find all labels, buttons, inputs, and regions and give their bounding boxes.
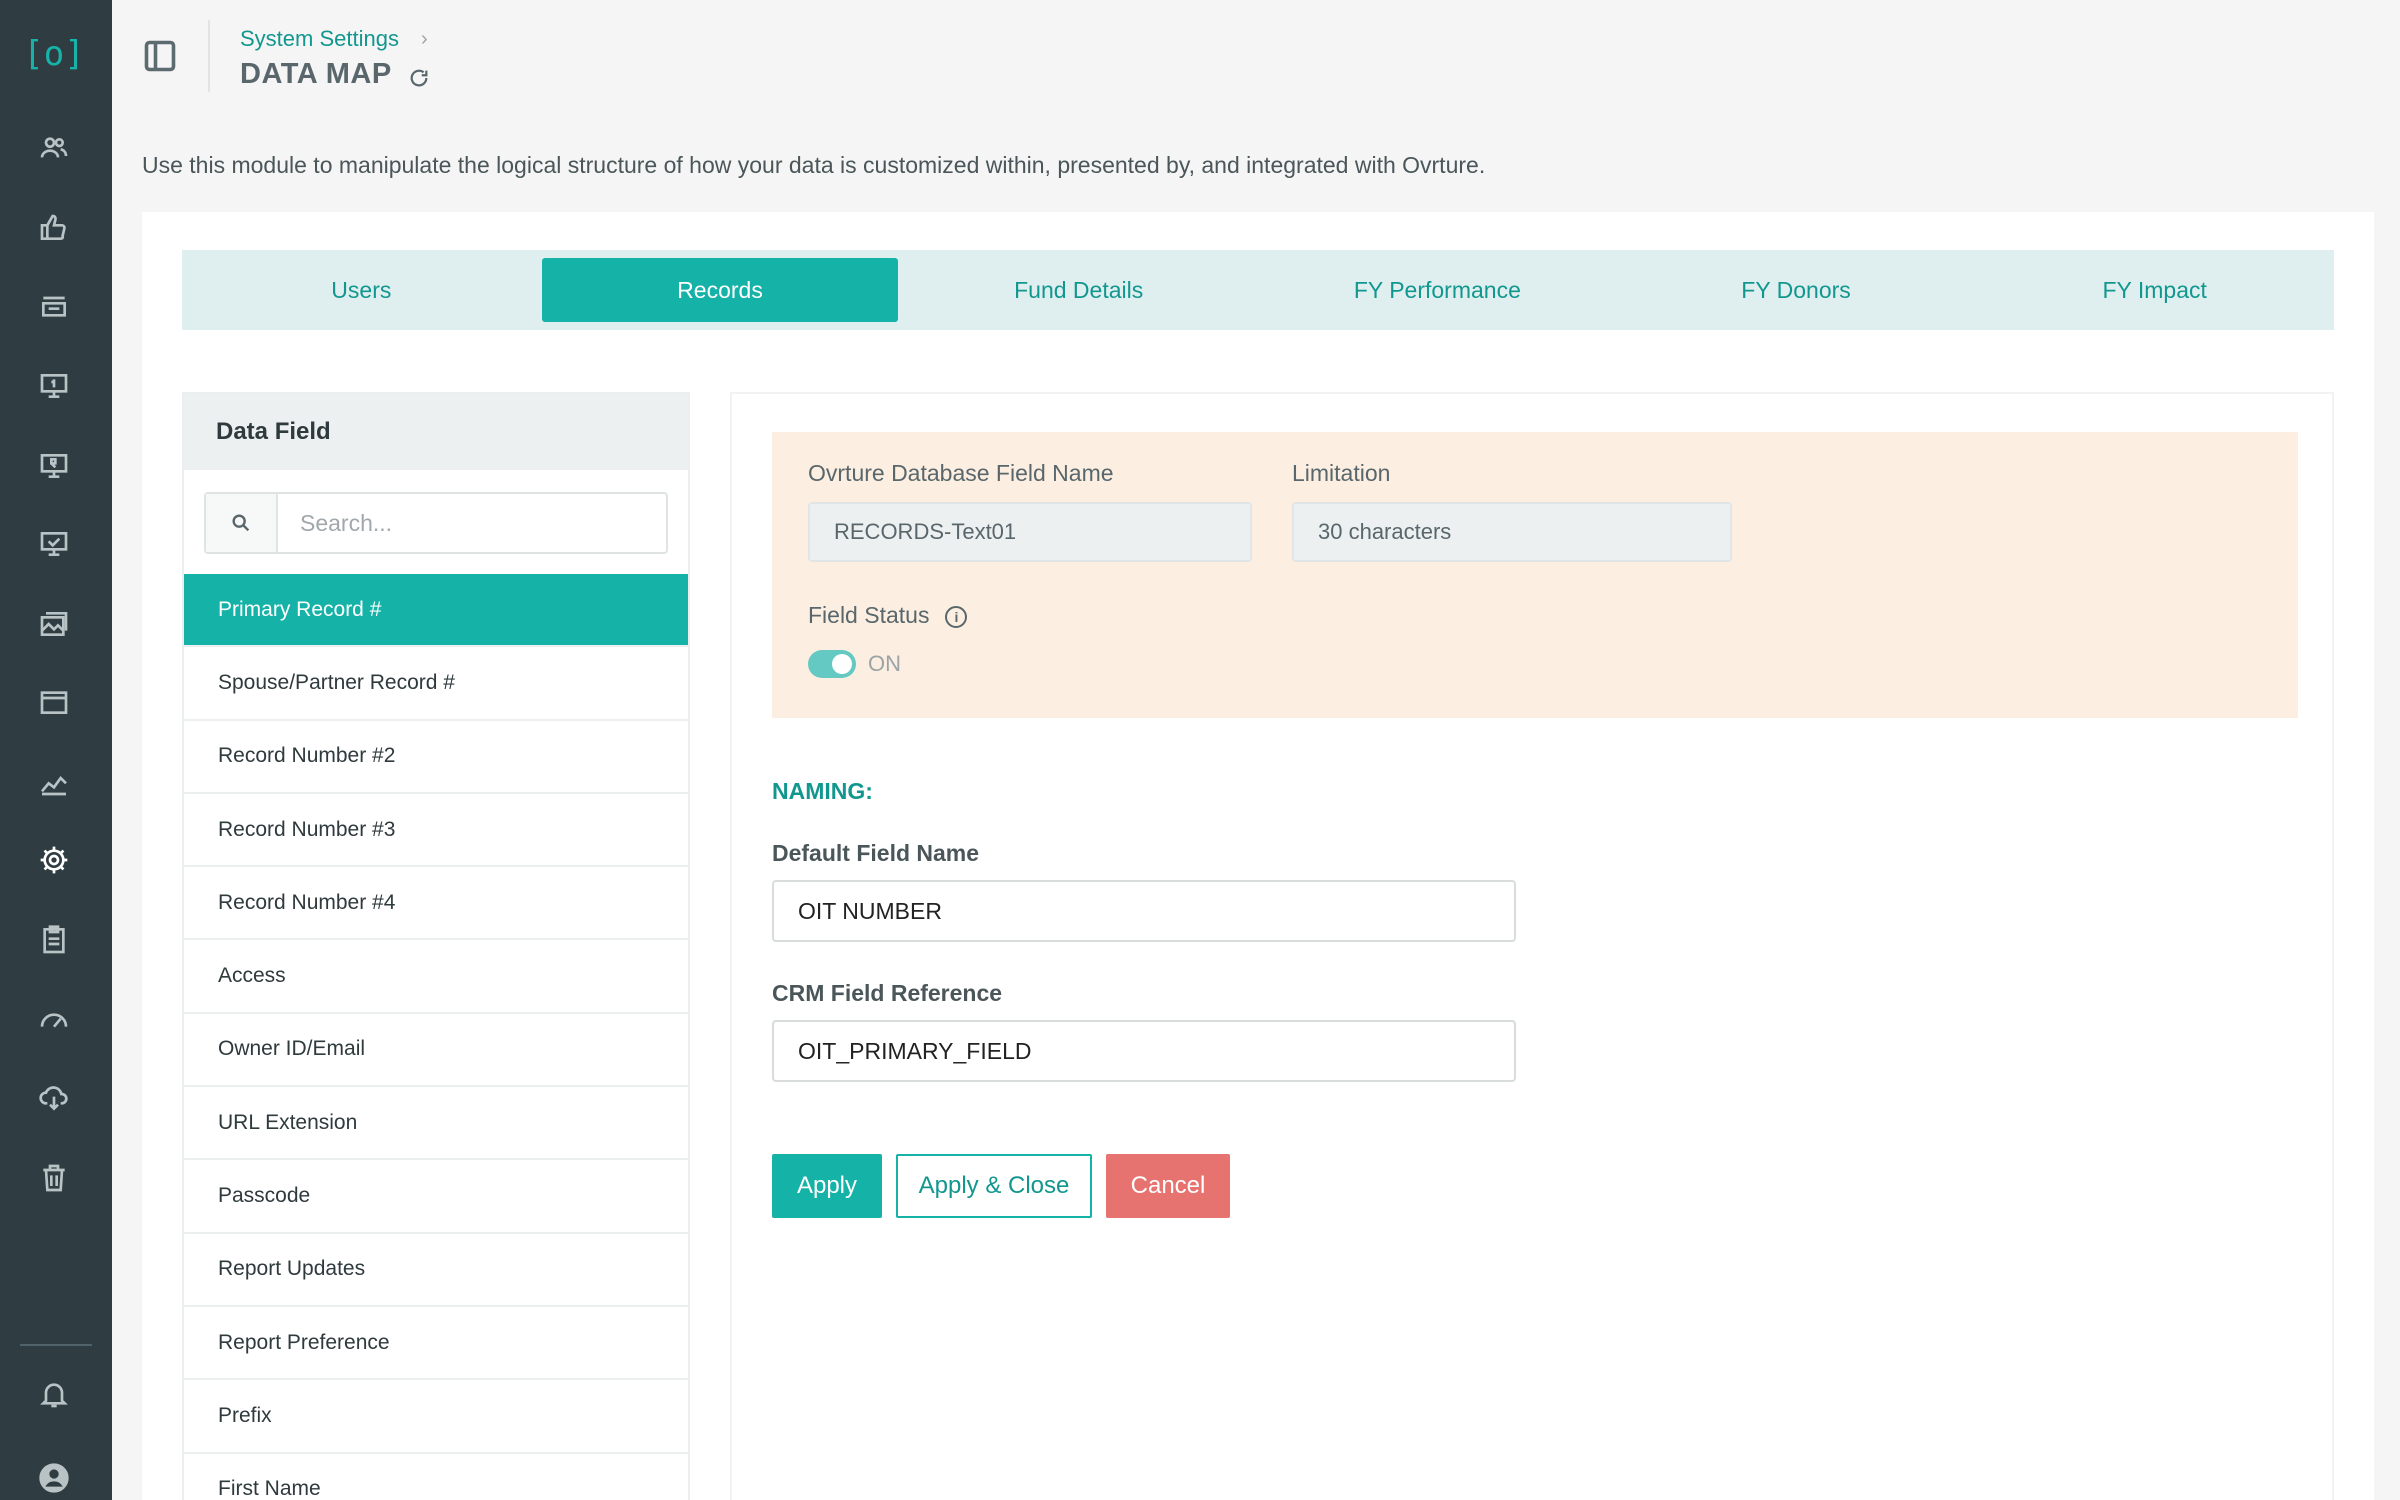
- intro-text: Use this module to manipulate the logica…: [142, 152, 1486, 178]
- breadcrumb-system-settings[interactable]: System Settings: [240, 26, 399, 52]
- tab-fy-donors[interactable]: FY Donors: [1618, 258, 1975, 322]
- sidebar: [o]: [0, 0, 112, 1500]
- trend-chart-icon[interactable]: [34, 762, 74, 802]
- data-field-title: Data Field: [184, 394, 688, 470]
- monitor-check-icon[interactable]: [34, 524, 74, 564]
- search-icon: [206, 494, 278, 552]
- tab-fund-details[interactable]: Fund Details: [900, 258, 1257, 322]
- refresh-icon[interactable]: [408, 64, 430, 86]
- toggle-knob: [832, 654, 852, 674]
- data-field-panel: Data Field Primary Record # Spouse/Partn…: [182, 392, 690, 1500]
- naming-section-title: NAMING:: [772, 778, 873, 804]
- account-icon[interactable]: [34, 1458, 74, 1498]
- inbox-icon[interactable]: [34, 286, 74, 326]
- db-field-value: RECORDS-Text01: [808, 502, 1252, 562]
- list-item[interactable]: Report Preference: [184, 1307, 688, 1381]
- list-item[interactable]: Prefix: [184, 1380, 688, 1454]
- field-detail-panel: Ovrture Database Field Name RECORDS-Text…: [730, 392, 2334, 1500]
- app-logo[interactable]: [o]: [23, 30, 84, 78]
- chevron-right-icon: ›: [420, 27, 428, 50]
- gallery-icon[interactable]: [34, 604, 74, 644]
- monitor-dollar-icon[interactable]: [34, 366, 74, 406]
- crm-field-reference-input[interactable]: OIT_PRIMARY_FIELD: [772, 1020, 1516, 1082]
- page-title: DATA MAP: [240, 58, 430, 91]
- list-item[interactable]: Report Updates: [184, 1234, 688, 1307]
- page-title-text: DATA MAP: [240, 58, 392, 90]
- list-item[interactable]: Primary Record #: [184, 574, 688, 648]
- gear-icon[interactable]: [34, 840, 74, 880]
- header-divider: [208, 20, 210, 92]
- tab-bar: Users Records Fund Details FY Performanc…: [182, 250, 2334, 330]
- cancel-button[interactable]: Cancel: [1106, 1154, 1230, 1218]
- calendar-icon[interactable]: [34, 682, 74, 722]
- tab-fy-performance[interactable]: FY Performance: [1259, 258, 1616, 322]
- header: System Settings › DATA MAP: [112, 0, 2400, 130]
- thumbs-up-icon[interactable]: [34, 208, 74, 248]
- data-field-list: Primary Record # Spouse/Partner Record #…: [184, 574, 688, 1500]
- field-status-text: Field Status: [808, 602, 930, 628]
- apply-close-button[interactable]: Apply & Close: [896, 1154, 1092, 1218]
- toggle-track[interactable]: [808, 650, 856, 678]
- bell-icon[interactable]: [34, 1374, 74, 1414]
- list-item[interactable]: Record Number #3: [184, 794, 688, 868]
- field-status-toggle[interactable]: ON: [808, 650, 901, 678]
- tab-users[interactable]: Users: [183, 258, 540, 322]
- apply-button[interactable]: Apply: [772, 1154, 882, 1218]
- crm-field-reference-label: CRM Field Reference: [772, 980, 1003, 1006]
- main-card: Users Records Fund Details FY Performanc…: [142, 212, 2374, 1500]
- list-item[interactable]: Passcode: [184, 1160, 688, 1234]
- data-field-search: [204, 492, 668, 554]
- sidebar-divider: [20, 1344, 92, 1346]
- breadcrumb: System Settings ›: [240, 26, 428, 52]
- db-field-label: Ovrture Database Field Name: [808, 460, 1114, 486]
- users-icon[interactable]: [34, 128, 74, 168]
- tab-records[interactable]: Records: [541, 258, 899, 322]
- list-item[interactable]: Record Number #2: [184, 721, 688, 794]
- panel-toggle-icon[interactable]: [142, 38, 182, 78]
- monitor-report-icon[interactable]: [34, 446, 74, 486]
- field-status-label: Field Status i: [808, 602, 968, 629]
- clipboard-icon[interactable]: [34, 920, 74, 960]
- limitation-value: 30 characters: [1292, 502, 1732, 562]
- list-item[interactable]: Record Number #4: [184, 867, 688, 941]
- limitation-label: Limitation: [1292, 460, 1391, 486]
- default-field-name-label: Default Field Name: [772, 840, 980, 866]
- cloud-download-icon[interactable]: [34, 1078, 74, 1118]
- info-icon[interactable]: i: [945, 605, 968, 628]
- list-item[interactable]: Owner ID/Email: [184, 1014, 688, 1088]
- list-item[interactable]: First Name: [184, 1454, 688, 1500]
- list-item[interactable]: Access: [184, 940, 688, 1014]
- list-item[interactable]: Spouse/Partner Record #: [184, 647, 688, 721]
- search-input[interactable]: [278, 494, 666, 552]
- toggle-label: ON: [868, 651, 901, 676]
- tab-fy-impact[interactable]: FY Impact: [1976, 258, 2333, 322]
- trash-icon[interactable]: [34, 1158, 74, 1198]
- field-info-box: Ovrture Database Field Name RECORDS-Text…: [772, 432, 2298, 718]
- list-item[interactable]: URL Extension: [184, 1087, 688, 1161]
- default-field-name-input[interactable]: OIT NUMBER: [772, 880, 1516, 942]
- speedometer-icon[interactable]: [34, 1000, 74, 1040]
